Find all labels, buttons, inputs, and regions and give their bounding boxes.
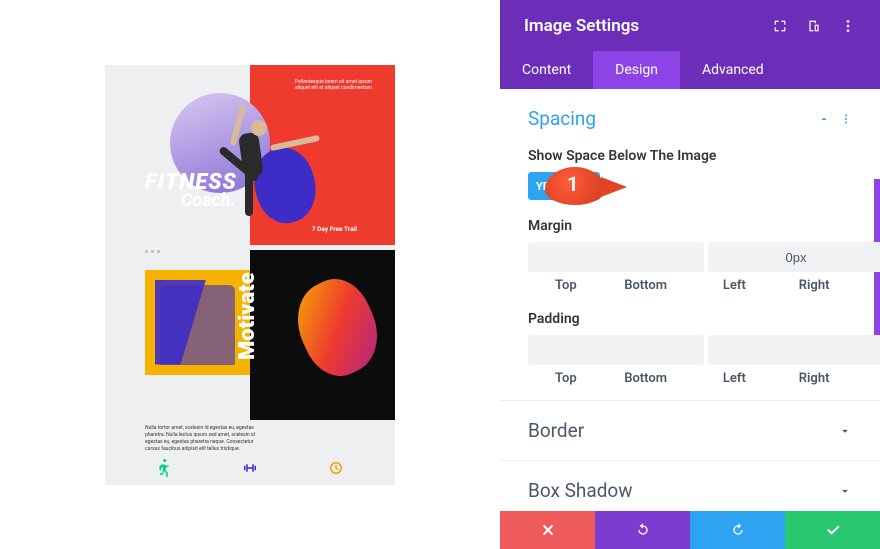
lbl-bottom: Bottom <box>608 278 684 293</box>
coach-heading: Coach. <box>181 190 236 211</box>
delete-button[interactable] <box>500 511 595 549</box>
cta-button[interactable]: 7 Day Free Trail <box>304 221 365 237</box>
tab-design[interactable]: Design <box>593 51 680 89</box>
expand-icon[interactable] <box>772 18 788 34</box>
margin-label: Margin <box>528 218 852 234</box>
padding-label: Padding <box>528 311 852 327</box>
black-card <box>250 250 395 420</box>
section-more-icon[interactable] <box>840 113 852 125</box>
chevron-down-icon[interactable] <box>838 424 852 438</box>
footer-actions <box>500 511 880 549</box>
confirm-button[interactable] <box>785 511 880 549</box>
runner-icon <box>155 459 173 477</box>
lbl-right: Right <box>776 278 852 293</box>
margin-bottom-input[interactable] <box>708 242 880 272</box>
section-border-title[interactable]: Border <box>528 419 584 442</box>
chevron-down-icon[interactable] <box>838 484 852 498</box>
undo-button[interactable] <box>595 511 690 549</box>
section-boxshadow-title[interactable]: Box Shadow <box>528 479 633 502</box>
dumbbell-icon <box>241 459 259 477</box>
feature-icons <box>155 459 345 477</box>
more-icon[interactable] <box>840 18 856 34</box>
tab-advanced[interactable]: Advanced <box>680 51 786 89</box>
show-space-toggle[interactable]: YES <box>528 172 600 200</box>
panel-header: Image Settings <box>500 0 880 51</box>
collapse-icon[interactable] <box>818 113 830 125</box>
pager-dots <box>145 250 160 253</box>
toggle-yes-label: YES <box>528 180 564 193</box>
tab-content[interactable]: Content <box>500 51 593 89</box>
design-canvas: Pellentesque lorem sit amet ipsum alique… <box>105 65 395 485</box>
padding-top-input[interactable] <box>528 335 704 365</box>
panel-body: Spacing Show Space Below The Image YES M… <box>500 89 880 511</box>
show-space-label: Show Space Below The Image <box>528 148 852 164</box>
lbl-left2: Left <box>697 371 773 386</box>
body-paragraph: Nulla tortor amet, scelesin id egestas e… <box>145 425 265 453</box>
tabs: Content Design Advanced <box>500 51 880 89</box>
margin-top-input[interactable] <box>528 242 704 272</box>
lbl-top2: Top <box>528 371 604 386</box>
panel-title: Image Settings <box>524 16 639 36</box>
settings-panel: Image Settings Content Design Advanced S… <box>500 0 880 549</box>
timer-icon <box>327 459 345 477</box>
lbl-right2: Right <box>776 371 852 386</box>
responsive-icon[interactable] <box>806 18 822 34</box>
hero-blurb: Pellentesque lorem sit amet ipsum alique… <box>295 79 385 92</box>
preview-area: Pellentesque lorem sit amet ipsum alique… <box>0 0 500 549</box>
lbl-top: Top <box>528 278 604 293</box>
lbl-bottom2: Bottom <box>608 371 684 386</box>
padding-bottom-input[interactable] <box>708 335 880 365</box>
motivate-text: Motivate <box>235 272 260 360</box>
toggle-knob <box>567 175 597 197</box>
lbl-left: Left <box>697 278 773 293</box>
redo-button[interactable] <box>690 511 785 549</box>
section-spacing-title[interactable]: Spacing <box>528 107 596 130</box>
